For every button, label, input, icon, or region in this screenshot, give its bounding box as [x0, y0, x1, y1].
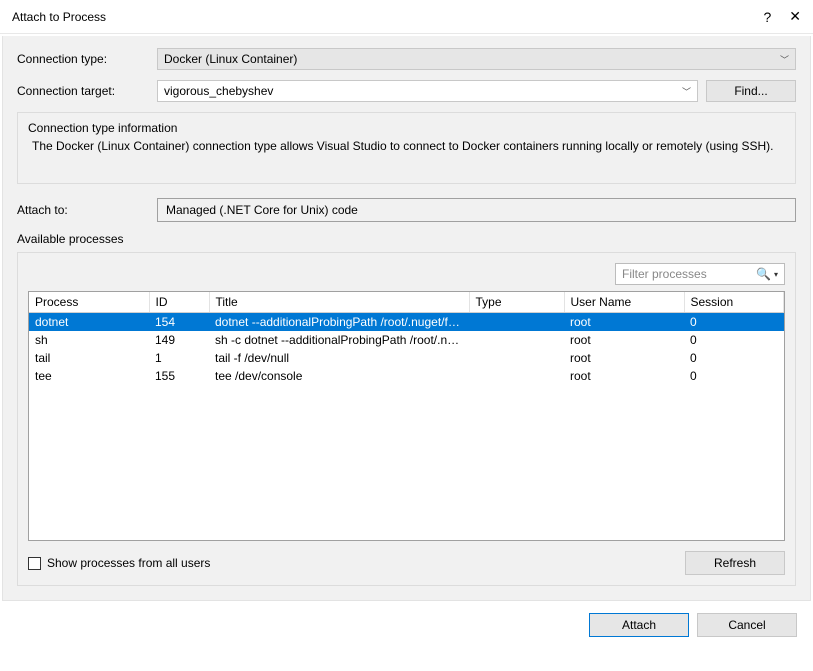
- cell-user: root: [564, 349, 684, 367]
- cell-type: [469, 367, 564, 385]
- table-row[interactable]: dotnet154dotnet --additionalProbingPath …: [29, 313, 784, 332]
- checkbox-icon[interactable]: [28, 557, 41, 570]
- window-title: Attach to Process: [12, 10, 106, 24]
- connection-type-value: Docker (Linux Container): [164, 52, 297, 66]
- cell-session: 0: [684, 331, 784, 349]
- cell-title: sh -c dotnet --additionalProbingPath /ro…: [209, 331, 469, 349]
- table-row[interactable]: tee155tee /dev/console root0: [29, 367, 784, 385]
- attach-to-field[interactable]: Managed (.NET Core for Unix) code: [157, 198, 796, 222]
- show-all-users-checkbox[interactable]: Show processes from all users: [28, 556, 210, 570]
- help-icon[interactable]: ?: [763, 9, 771, 25]
- cell-id: 154: [149, 313, 209, 332]
- table-row[interactable]: tail1tail -f /dev/null root0: [29, 349, 784, 367]
- cell-session: 0: [684, 367, 784, 385]
- cell-user: root: [564, 313, 684, 332]
- titlebar: Attach to Process ? ✕: [0, 0, 813, 34]
- connection-target-value: vigorous_chebyshev: [164, 84, 273, 98]
- cell-type: [469, 349, 564, 367]
- cell-session: 0: [684, 313, 784, 332]
- refresh-button[interactable]: Refresh: [685, 551, 785, 575]
- table-header-row[interactable]: Process ID Title Type User Name Session: [29, 292, 784, 313]
- connection-info-text: The Docker (Linux Container) connection …: [28, 139, 785, 153]
- filter-input[interactable]: Filter processes 🔍 ▾: [615, 263, 785, 285]
- cell-process: tee: [29, 367, 149, 385]
- cell-user: root: [564, 367, 684, 385]
- header-user[interactable]: User Name: [564, 292, 684, 313]
- process-table[interactable]: Process ID Title Type User Name Session …: [28, 291, 785, 541]
- cell-process: sh: [29, 331, 149, 349]
- attach-to-label: Attach to:: [17, 203, 157, 217]
- cell-id: 1: [149, 349, 209, 367]
- header-process[interactable]: Process: [29, 292, 149, 313]
- cancel-button[interactable]: Cancel: [697, 613, 797, 637]
- cell-user: root: [564, 331, 684, 349]
- header-session[interactable]: Session: [684, 292, 784, 313]
- header-title[interactable]: Title: [209, 292, 469, 313]
- table-row[interactable]: sh149sh -c dotnet --additionalProbingPat…: [29, 331, 784, 349]
- attach-button[interactable]: Attach: [589, 613, 689, 637]
- cell-type: [469, 331, 564, 349]
- connection-type-label: Connection type:: [17, 52, 157, 66]
- connection-info-box: Connection type information The Docker (…: [17, 112, 796, 184]
- cell-session: 0: [684, 349, 784, 367]
- chevron-down-icon: ﹀: [780, 53, 789, 66]
- cell-process: tail: [29, 349, 149, 367]
- connection-target-combo[interactable]: vigorous_chebyshev ﹀: [157, 80, 698, 102]
- cell-title: tee /dev/console: [209, 367, 469, 385]
- connection-info-title: Connection type information: [28, 121, 785, 135]
- connection-target-label: Connection target:: [17, 84, 157, 98]
- cell-process: dotnet: [29, 313, 149, 332]
- processes-panel: Filter processes 🔍 ▾ Process ID Title Ty…: [17, 252, 796, 586]
- cell-id: 155: [149, 367, 209, 385]
- cell-id: 149: [149, 331, 209, 349]
- filter-placeholder: Filter processes: [622, 267, 707, 281]
- available-processes-label: Available processes: [17, 232, 796, 246]
- cell-type: [469, 313, 564, 332]
- chevron-down-icon: ﹀: [682, 85, 691, 98]
- dropdown-icon[interactable]: ▾: [774, 270, 778, 279]
- header-id[interactable]: ID: [149, 292, 209, 313]
- show-all-users-label: Show processes from all users: [47, 556, 210, 570]
- cell-title: dotnet --additionalProbingPath /root/.nu…: [209, 313, 469, 332]
- close-icon[interactable]: ✕: [789, 8, 801, 25]
- find-button[interactable]: Find...: [706, 80, 796, 102]
- search-icon[interactable]: 🔍: [756, 267, 771, 281]
- cell-title: tail -f /dev/null: [209, 349, 469, 367]
- header-type[interactable]: Type: [469, 292, 564, 313]
- connection-type-select[interactable]: Docker (Linux Container) ﹀: [157, 48, 796, 70]
